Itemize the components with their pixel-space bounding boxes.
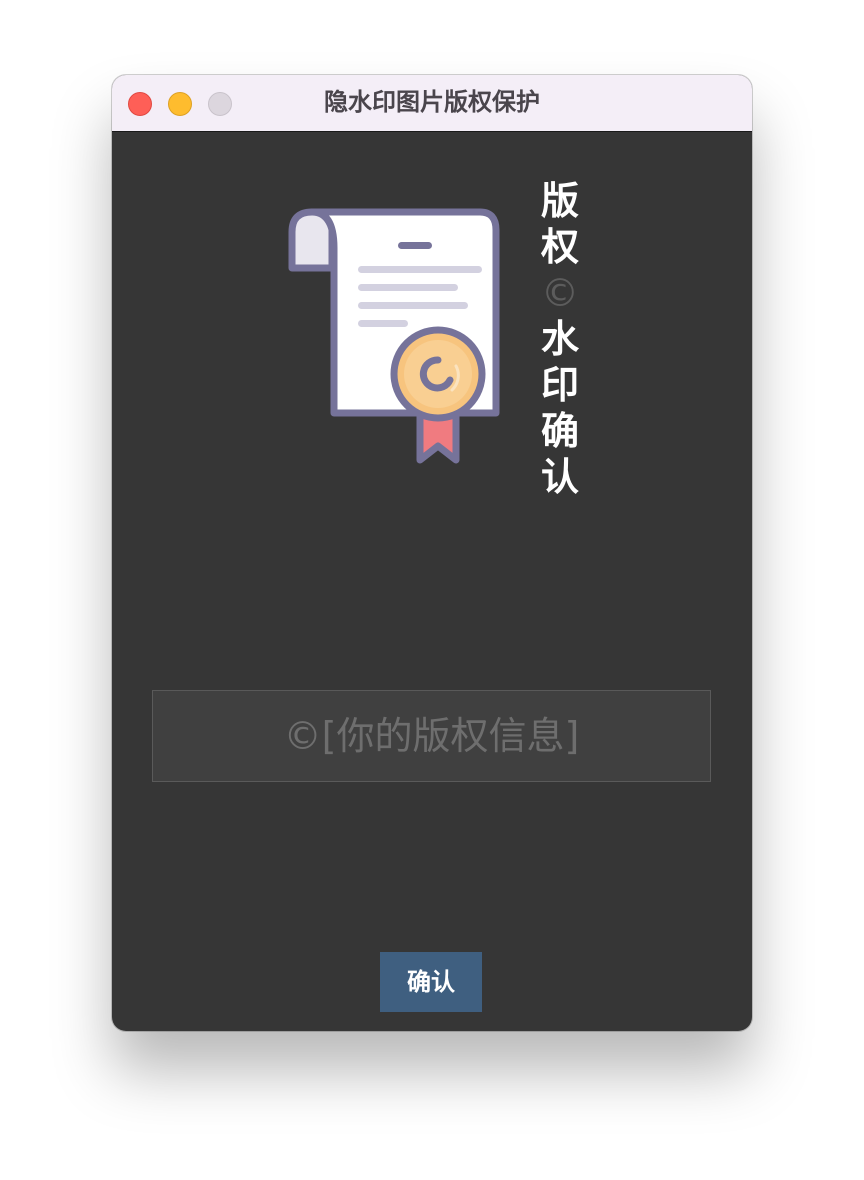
- confirm-button[interactable]: 确认: [380, 952, 482, 1012]
- zoom-button[interactable]: [208, 92, 232, 116]
- main-content: 版 权 © 水 印 确 认 ©[你的版权信息] 确认: [112, 132, 752, 1031]
- vertical-title-char: 版: [540, 179, 579, 223]
- vertical-title-char: 印: [540, 363, 579, 407]
- certificate-scroll-icon: [288, 208, 500, 464]
- vertical-title-char: 权: [540, 225, 579, 269]
- app-window: 隐水印图片版权保护 版 权 © 水 印 确 认 ©[你的版权信息] 确认: [112, 75, 752, 1031]
- title-bar[interactable]: 隐水印图片版权保护: [112, 75, 752, 132]
- vertical-title: 版 权 © 水 印 确 认: [532, 178, 588, 500]
- copyright-symbol: ©: [541, 271, 579, 315]
- minimize-button[interactable]: [168, 92, 192, 116]
- vertical-title-char: 水: [540, 317, 579, 361]
- copyright-info-field[interactable]: ©[你的版权信息]: [152, 690, 711, 782]
- close-button[interactable]: [128, 92, 152, 116]
- vertical-title-char: 确: [540, 409, 579, 453]
- vertical-title-char: 认: [540, 455, 579, 499]
